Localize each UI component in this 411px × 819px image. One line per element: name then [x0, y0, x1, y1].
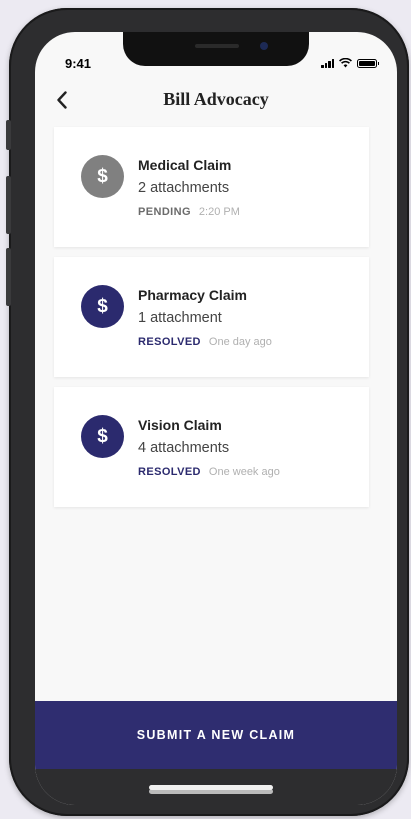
claim-attachments: 2 attachments: [138, 180, 230, 196]
nav-header: Bill Advocacy: [35, 84, 397, 116]
claim-attachments: 4 attachments: [138, 440, 230, 456]
claim-time: One day ago: [208, 336, 272, 348]
wifi-icon: [339, 58, 352, 68]
speaker-grille: [195, 44, 239, 48]
signal-icon: [321, 59, 334, 68]
claim-title: Vision Claim: [138, 417, 222, 433]
claim-time: 2:20 PM: [198, 206, 240, 218]
status-time: 9:41: [65, 56, 92, 71]
dollar-icon: $: [81, 415, 124, 458]
volume-up-button: [6, 176, 11, 234]
front-camera: [260, 42, 268, 50]
claim-attachments: 1 attachment: [138, 310, 222, 326]
screen: 9:41 Bill Advocacy $ Medical Claim 2 att…: [35, 32, 397, 805]
dollar-icon: $: [81, 285, 124, 328]
phone-frame: 9:41 Bill Advocacy $ Medical Claim 2 att…: [6, 8, 409, 816]
home-indicator-area: [35, 769, 397, 805]
claim-meta: RESOLVED One day ago: [138, 336, 272, 348]
status-badge: RESOLVED: [138, 336, 201, 348]
submit-claim-button[interactable]: SUBMIT A NEW CLAIM: [35, 701, 397, 769]
claim-card[interactable]: $ Medical Claim 2 attachments PENDING 2:2…: [54, 127, 369, 247]
claim-time: One week ago: [208, 466, 280, 478]
volume-down-button: [6, 248, 11, 306]
home-indicator[interactable]: [149, 785, 273, 790]
mute-switch: [6, 120, 11, 150]
battery-icon: [357, 59, 379, 68]
page-title: Bill Advocacy: [163, 89, 269, 109]
claim-card[interactable]: $ Pharmacy Claim 1 attachment RESOLVED On…: [54, 257, 369, 377]
claim-meta: PENDING 2:20 PM: [138, 206, 240, 218]
notch: [123, 32, 309, 66]
claim-card[interactable]: $ Vision Claim 4 attachments RESOLVED One…: [54, 387, 369, 507]
claim-meta: RESOLVED One week ago: [138, 466, 280, 478]
status-badge: PENDING: [138, 206, 191, 218]
claims-list: $ Medical Claim 2 attachments PENDING 2:2…: [54, 127, 369, 517]
claim-title: Medical Claim: [138, 157, 232, 173]
status-icons: [321, 58, 379, 68]
status-badge: RESOLVED: [138, 466, 201, 478]
dollar-icon: $: [81, 155, 124, 198]
claim-title: Pharmacy Claim: [138, 287, 247, 303]
